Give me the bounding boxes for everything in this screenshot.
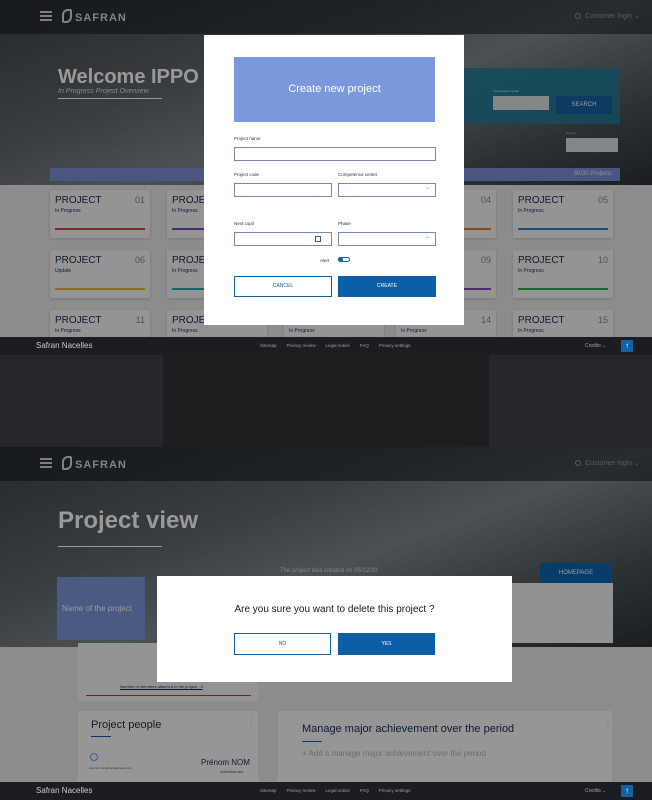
scroll-top-icon[interactable]: ↑ bbox=[621, 340, 633, 352]
footer-link[interactable]: FAQ bbox=[360, 788, 369, 793]
project-code-input[interactable] bbox=[234, 183, 332, 197]
project-name-input[interactable] bbox=[234, 147, 436, 161]
competence-center-label: Competence center bbox=[338, 172, 378, 177]
footer: Safran Nacelles Sitemap Privacy review Leg… bbox=[0, 337, 652, 355]
credits-button[interactable]: Credits ⌄ bbox=[585, 788, 606, 794]
footer-links: Sitemap Privacy review Legal notice FAQ Priv… bbox=[260, 343, 420, 348]
next-copil-input[interactable] bbox=[234, 232, 332, 246]
footer-link[interactable]: Legal notice bbox=[326, 343, 350, 348]
create-button[interactable]: CREATE bbox=[338, 276, 436, 297]
phase-select[interactable] bbox=[338, 232, 436, 246]
scroll-top-icon[interactable]: ↑ bbox=[621, 785, 633, 797]
next-copil-label: Next copil bbox=[234, 221, 254, 226]
alert-label: Alert bbox=[320, 258, 330, 263]
footer-link[interactable]: Privacy review bbox=[287, 343, 316, 348]
credits-label: Credits bbox=[585, 343, 601, 349]
competence-center-select[interactable] bbox=[338, 183, 436, 197]
footer-link[interactable]: FAQ bbox=[360, 343, 369, 348]
yes-button[interactable]: YES bbox=[338, 633, 435, 655]
modal-title: Create new project bbox=[234, 57, 435, 122]
project-name-label: Project name bbox=[234, 136, 261, 141]
footer-link[interactable]: Privacy settings bbox=[379, 788, 411, 793]
footer-link[interactable]: Sitemap bbox=[260, 343, 277, 348]
no-button[interactable]: NO bbox=[234, 633, 331, 655]
calendar-icon[interactable] bbox=[315, 236, 321, 242]
credits-label: Credits bbox=[585, 788, 601, 794]
footer-link[interactable]: Privacy settings bbox=[379, 343, 411, 348]
footer-link[interactable]: Legal notice bbox=[326, 788, 350, 793]
footer: Safran Nacelles Sitemap Privacy review Leg… bbox=[0, 782, 652, 800]
separator bbox=[163, 355, 489, 447]
project-view-screen: SAFRAN Customer login ⌄ Project view The… bbox=[0, 447, 652, 800]
footer-links: Sitemap Privacy review Legal notice FAQ Priv… bbox=[260, 788, 420, 793]
delete-confirm-modal: Are you sure you want to delete this pro… bbox=[157, 576, 512, 682]
footer-brand: Safran Nacelles bbox=[36, 786, 93, 795]
delete-question: Are you sure you want to delete this pro… bbox=[234, 604, 435, 615]
alert-toggle[interactable] bbox=[338, 257, 350, 262]
footer-link[interactable]: Sitemap bbox=[260, 788, 277, 793]
footer-brand: Safran Nacelles bbox=[36, 341, 93, 350]
project-code-label: Project code bbox=[234, 172, 260, 177]
phase-label: Phase bbox=[338, 221, 351, 226]
home-screen: SAFRAN Customer login ⌄ Welcome IPPO In … bbox=[0, 0, 652, 355]
credits-button[interactable]: Credits ⌄ bbox=[585, 343, 606, 349]
footer-link[interactable]: Privacy review bbox=[287, 788, 316, 793]
cancel-button[interactable]: CANCEL bbox=[234, 276, 332, 297]
create-project-modal: Create new project Project name Project … bbox=[204, 35, 464, 325]
